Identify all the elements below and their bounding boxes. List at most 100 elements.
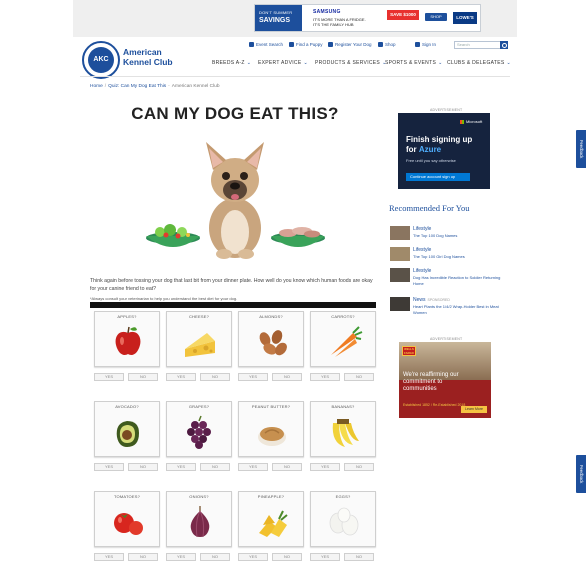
chevron-down-icon: ⌄ [246, 60, 252, 66]
apples-no-button[interactable]: NO [128, 373, 158, 381]
recommended-thumbnail [390, 226, 410, 240]
food-label: EGGS? [335, 494, 351, 499]
onions-yes-button[interactable]: YES [166, 553, 196, 561]
nav-clubs[interactable]: CLUBS & DELEGATES ⌄ [447, 60, 511, 66]
eggs-no-button[interactable]: NO [344, 553, 374, 561]
utility-shop[interactable]: Shop [378, 42, 396, 48]
almonds-yes-button[interactable]: YES [238, 373, 268, 381]
wf-ad-learn-button[interactable]: Learn More [461, 406, 487, 413]
recommended-thumbnail [390, 297, 410, 311]
eggs-yes-button[interactable]: YES [310, 553, 340, 561]
peanut-butter-no-button[interactable]: NO [272, 463, 302, 471]
nav-expert-advice[interactable]: EXPERT ADVICE ⌄ [258, 60, 308, 66]
food-label: ALMONDS? [259, 314, 283, 319]
recommended-category[interactable]: Lifestyle [413, 226, 431, 232]
ad-label: ADVERTISEMENT [430, 108, 463, 112]
ad-label: ADVERTISEMENT [430, 337, 463, 341]
bananas-yes-button[interactable]: YES [310, 463, 340, 471]
vet-disclaimer: *Always consult your veterinarian to hel… [90, 296, 238, 301]
onions-no-button[interactable]: NO [200, 553, 230, 561]
top-banner-ad[interactable]: DON'T SUMMER SAVINGS SAMSUNG IT'S MORE T… [254, 4, 481, 32]
recommended-thumbnail [390, 247, 410, 261]
wells-fargo-ad[interactable]: WELLS FARGO We're reaffirming our commit… [399, 342, 491, 418]
food-card-tomatoes: TOMATOES? [94, 491, 160, 547]
wf-ad-established: Established 1852 / Re-Established 2018 [403, 403, 466, 407]
cheese-icon [185, 333, 215, 357]
food-card-peanut-butter: PEANUT BUTTER? [238, 401, 304, 457]
ad-savings-line1: DON'T SUMMER [259, 10, 293, 15]
grapes-no-button[interactable]: NO [200, 463, 230, 471]
recommended-category[interactable]: Lifestyle [413, 268, 431, 274]
search-icon[interactable] [500, 41, 508, 49]
ad-shop-button[interactable]: SHOP NOW [425, 13, 447, 27]
page-title: CAN MY DOG EAT THIS? [131, 104, 339, 123]
food-label: CARROTS? [331, 314, 355, 319]
feedback-tab[interactable]: Feedback [576, 130, 586, 168]
recommended-item[interactable]: Lifestyle The Top 100 Girl Dog Names [390, 247, 510, 263]
food-card-carrots: CARROTS? [310, 311, 376, 367]
quiz-header-bar [90, 302, 376, 308]
register-icon [328, 42, 333, 48]
recommended-item[interactable]: Lifestyle The Top 100 Dog Names [390, 226, 510, 242]
akc-logo[interactable]: AKC [82, 41, 120, 79]
utility-sign-in[interactable]: Sign In [415, 42, 436, 48]
pineapple-yes-button[interactable]: YES [238, 553, 268, 561]
pineapple-no-button[interactable]: NO [272, 553, 302, 561]
food-card-almonds: ALMONDS? [238, 311, 304, 367]
nav-sports[interactable]: SPORTS & EVENTS ⌄ [385, 60, 443, 66]
tomatoes-no-button[interactable]: NO [128, 553, 158, 561]
utility-event-search[interactable]: Event Search [249, 42, 283, 48]
ad-tagline: IT'S MORE THAN A FRIDGE. IT'S THE FAMILY… [313, 17, 366, 27]
peanut-butter-icon [258, 427, 286, 446]
sponsored-badge: SPONSORED [427, 298, 450, 302]
eggs-icon [329, 507, 359, 536]
food-label: ONIONS? [189, 494, 209, 499]
tomatoes-yes-button[interactable]: YES [94, 553, 124, 561]
nav-products[interactable]: PRODUCTS & SERVICES ⌄ [315, 60, 387, 66]
feedback-tab[interactable]: Feedback [576, 455, 586, 493]
breadcrumb-home[interactable]: Home [90, 84, 103, 89]
breadcrumb-quiz[interactable]: Quiz: Can My Dog Eat This [108, 84, 166, 89]
chevron-down-icon: ⌄ [303, 60, 308, 66]
avocado-no-button[interactable]: NO [128, 463, 158, 471]
bananas-no-button[interactable]: NO [344, 463, 374, 471]
cheese-yes-button[interactable]: YES [166, 373, 196, 381]
recommended-title[interactable]: The Top 100 Girl Dog Names [413, 254, 501, 260]
peanut-butter-yes-button[interactable]: YES [238, 463, 268, 471]
nav-breeds[interactable]: BREEDS A-Z ⌄ [212, 60, 251, 66]
user-icon [415, 42, 420, 48]
utility-register-dog[interactable]: Register Your Dog [328, 42, 372, 48]
azure-ad-cta-button[interactable]: Continue account sign up [406, 173, 470, 181]
cheese-no-button[interactable]: NO [200, 373, 230, 381]
search-input[interactable]: Search [454, 41, 502, 49]
recommended-item[interactable]: News SPONSORED Heart Plants the 1/4/2 Wra… [390, 297, 510, 319]
recommended-category[interactable]: Lifestyle [413, 247, 431, 253]
ad-retailer-logo: LOWE'S [453, 12, 477, 24]
recommended-title[interactable]: The Top 100 Dog Names [413, 233, 501, 239]
food-label: PINEAPPLE? [257, 494, 285, 499]
carrots-no-button[interactable]: NO [344, 373, 374, 381]
ad-savings-line2: SAVINGS [259, 17, 290, 24]
carrots-yes-button[interactable]: YES [310, 373, 340, 381]
top-ad-strip: DON'T SUMMER SAVINGS SAMSUNG IT'S MORE T… [73, 0, 517, 37]
avocado-yes-button[interactable]: YES [94, 463, 124, 471]
wells-fargo-logo: WELLS FARGO [402, 346, 416, 356]
brand-name[interactable]: American Kennel Club [123, 47, 183, 67]
recommended-title[interactable]: Heart Plants the 1/4/2 Wrap-Holder Best … [413, 304, 501, 316]
food-label: GRAPES? [188, 404, 210, 409]
almonds-icon [259, 330, 287, 356]
recommended-category[interactable]: News SPONSORED [413, 297, 450, 303]
grapes-yes-button[interactable]: YES [166, 463, 196, 471]
recommended-item[interactable]: Lifestyle Dog Has Incredible Reaction to… [390, 268, 510, 290]
recommended-thumbnail [390, 268, 410, 282]
azure-ad[interactable]: Microsoft Finish signing up for Azure Fr… [398, 113, 490, 189]
apples-yes-button[interactable]: YES [94, 373, 124, 381]
breadcrumb-current: American Kennel Club [171, 84, 220, 89]
food-card-onions: ONIONS? [166, 491, 232, 547]
utility-find-puppy[interactable]: Find a Puppy [289, 42, 323, 48]
food-card-pineapple: PINEAPPLE? [238, 491, 304, 547]
almonds-no-button[interactable]: NO [272, 373, 302, 381]
header-divider [80, 76, 510, 77]
recommended-title[interactable]: Dog Has Incredible Reaction to Soldier R… [413, 275, 501, 287]
food-card-apples: APPLES? [94, 311, 160, 367]
